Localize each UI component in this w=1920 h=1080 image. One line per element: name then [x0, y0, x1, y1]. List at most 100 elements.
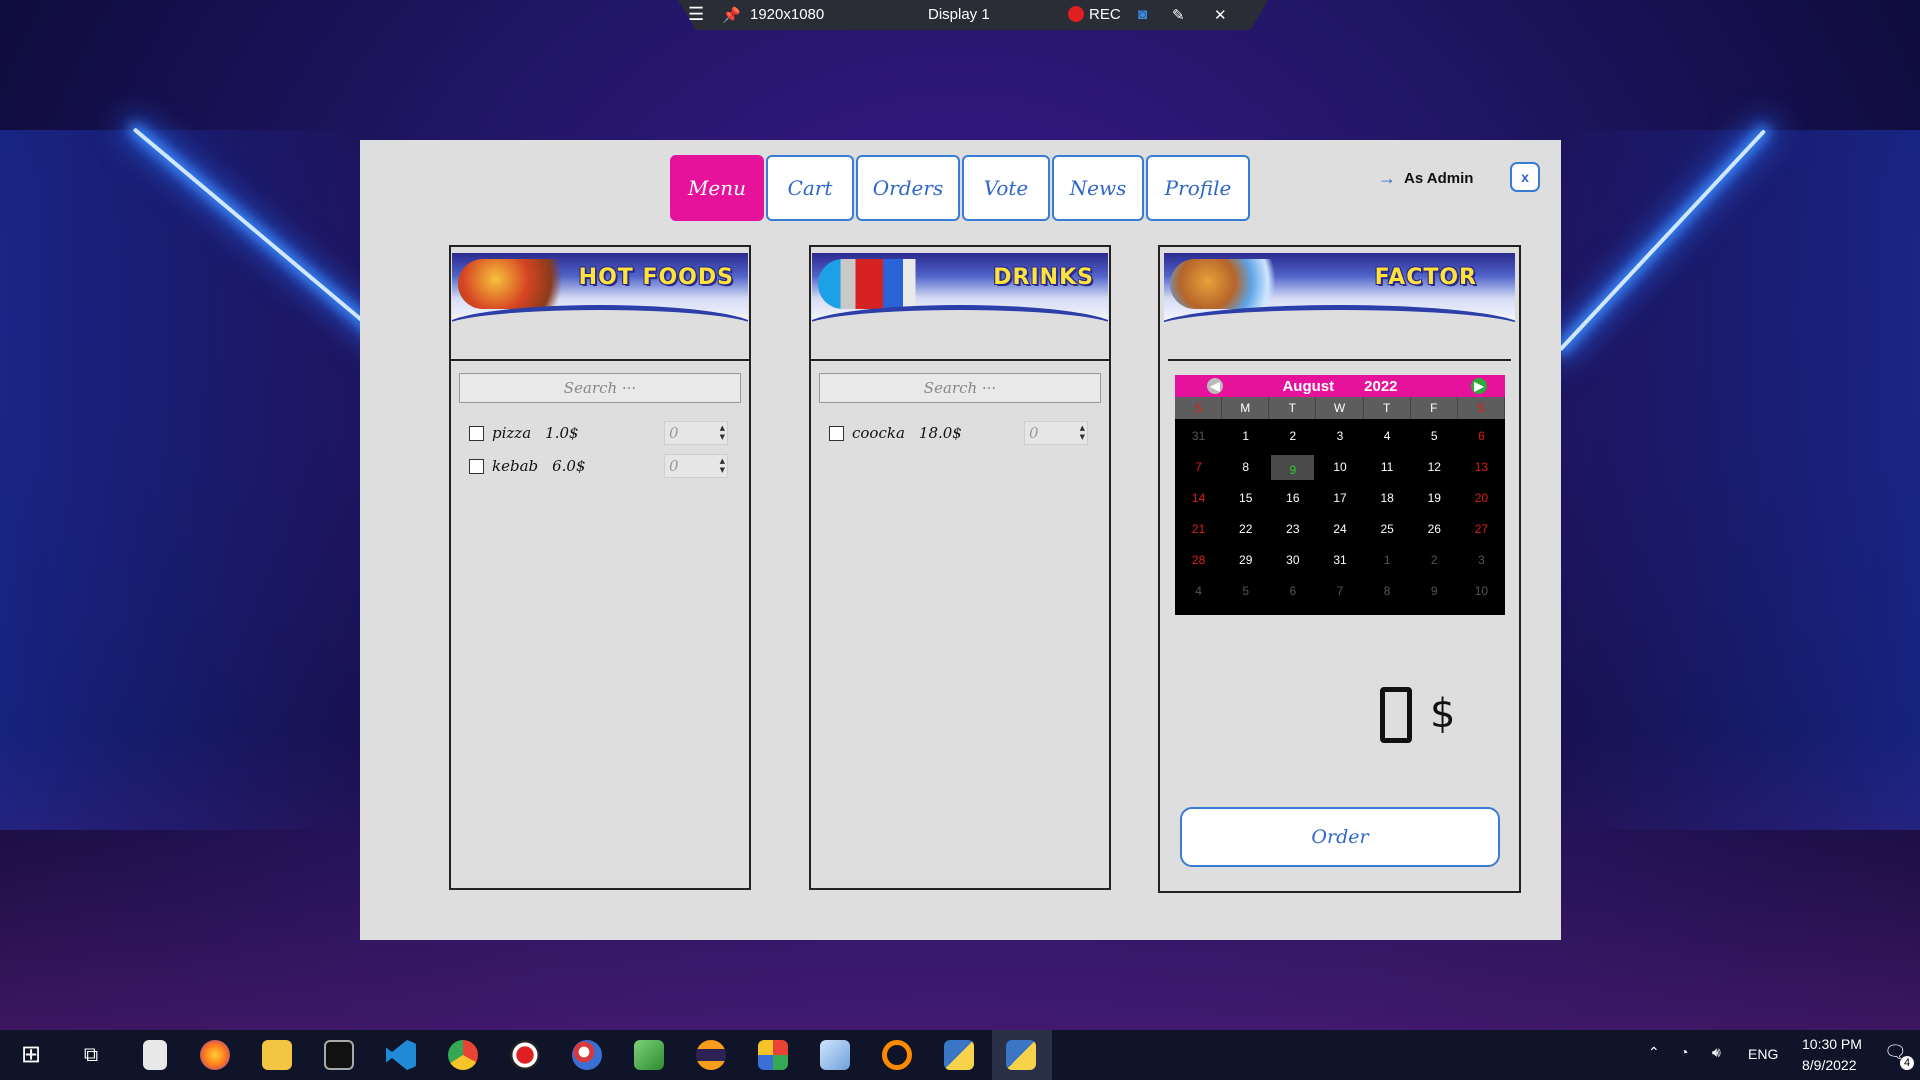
task-view-icon[interactable]: ⧉ — [76, 1040, 106, 1070]
order-button[interactable]: Order — [1180, 807, 1500, 867]
language-indicator[interactable]: ENG — [1748, 1046, 1778, 1062]
calendar-day[interactable]: 14 — [1175, 483, 1222, 514]
calendar-day[interactable]: 20 — [1458, 483, 1505, 514]
tab-vote[interactable]: Vote — [962, 155, 1050, 221]
virtualbox-icon[interactable] — [820, 1040, 850, 1070]
calendar-day[interactable]: 3 — [1316, 421, 1363, 452]
calendar-day[interactable]: 28 — [1175, 545, 1222, 576]
calendar-day[interactable]: 2 — [1269, 421, 1316, 452]
recorder-icon[interactable] — [510, 1040, 540, 1070]
rec-button[interactable]: REC — [1068, 6, 1121, 23]
calendar-day[interactable]: 18 — [1364, 483, 1411, 514]
calendar-day[interactable]: 17 — [1316, 483, 1363, 514]
hamburger-icon[interactable]: ☰ — [688, 4, 704, 25]
calendar-day[interactable]: 4 — [1364, 421, 1411, 452]
calendar-day[interactable]: 22 — [1222, 514, 1269, 545]
headphones-app-icon[interactable] — [882, 1040, 912, 1070]
coocka-checkbox[interactable] — [829, 425, 844, 441]
volume-icon[interactable]: 🔊︎ — [1712, 1044, 1721, 1061]
calendar-day[interactable]: 7 — [1316, 576, 1363, 607]
file-explorer-icon[interactable] — [262, 1040, 292, 1070]
pizza-checkbox[interactable] — [469, 425, 484, 441]
calendar-day[interactable]: 8 — [1222, 452, 1269, 483]
calendar-day[interactable]: 4 — [1175, 576, 1222, 607]
calendar-day[interactable]: 5 — [1411, 421, 1458, 452]
calendar-day[interactable]: 12 — [1411, 452, 1458, 483]
calendar-day[interactable]: 10 — [1458, 576, 1505, 607]
windows-start-icon[interactable]: ⊞ — [16, 1040, 46, 1070]
display-label[interactable]: Display 1 — [928, 6, 990, 23]
calendar-day[interactable]: 9 — [1271, 455, 1315, 480]
hot-foods-search-input[interactable]: Search ··· — [459, 373, 741, 403]
pizza-quantity-stepper[interactable]: 0 ▲ ▼ — [664, 421, 728, 445]
previous-month-icon[interactable]: ◀ — [1207, 378, 1223, 394]
clock-date[interactable]: 8/9/2022 — [1802, 1057, 1857, 1073]
coocka-quantity-stepper[interactable]: 0 ▲ ▼ — [1024, 421, 1088, 445]
close-icon[interactable]: ✕ — [1214, 6, 1227, 24]
calendar-day[interactable]: 23 — [1269, 514, 1316, 545]
calendar-day[interactable]: 15 — [1222, 483, 1269, 514]
calendar-day[interactable]: 7 — [1175, 452, 1222, 483]
tab-orders[interactable]: Orders — [856, 155, 960, 221]
kebab-checkbox[interactable] — [469, 458, 484, 474]
python-idle-icon[interactable] — [944, 1040, 974, 1070]
calendar-day[interactable]: 26 — [1411, 514, 1458, 545]
calendar-day[interactable]: 25 — [1364, 514, 1411, 545]
tab-news[interactable]: News — [1052, 155, 1144, 221]
calendar-day[interactable]: 31 — [1175, 421, 1222, 452]
calendar-day[interactable]: 21 — [1175, 514, 1222, 545]
calendar-day[interactable]: 1 — [1222, 421, 1269, 452]
as-admin-link[interactable]: → As Admin — [1378, 168, 1473, 189]
divider — [1168, 359, 1511, 361]
calendar-day[interactable]: 19 — [1411, 483, 1458, 514]
vscode-icon[interactable] — [386, 1040, 416, 1070]
tab-profile[interactable]: Profile — [1146, 155, 1250, 221]
calendar-day[interactable]: 24 — [1316, 514, 1363, 545]
stepper-arrows-icon[interactable]: ▲ ▼ — [720, 424, 725, 442]
calculator-icon[interactable] — [143, 1040, 167, 1070]
pin-icon[interactable]: 📌 — [722, 6, 741, 24]
firefox-icon[interactable] — [200, 1040, 230, 1070]
paint-icon[interactable] — [572, 1040, 602, 1070]
tab-cart[interactable]: Cart — [766, 155, 854, 221]
calendar-day[interactable]: 2 — [1411, 545, 1458, 576]
calendar-day[interactable]: 10 — [1316, 452, 1363, 483]
stepper-arrows-icon[interactable]: ▲ ▼ — [720, 457, 725, 475]
chrome-icon[interactable] — [448, 1040, 478, 1070]
calendar-day[interactable]: 13 — [1458, 452, 1505, 483]
camera-icon[interactable]: ◙ — [1138, 6, 1147, 23]
kebab-quantity-stepper[interactable]: 0 ▲ ▼ — [664, 454, 728, 478]
calendar-day[interactable]: 11 — [1364, 452, 1411, 483]
calendar-day[interactable]: 9 — [1411, 576, 1458, 607]
close-button[interactable]: x — [1510, 162, 1540, 192]
pen-icon[interactable]: ✎ — [1172, 6, 1185, 24]
calendar-day[interactable]: 8 — [1364, 576, 1411, 607]
stepper-arrows-icon[interactable]: ▲ ▼ — [1080, 424, 1085, 442]
calendar-day[interactable]: 29 — [1222, 545, 1269, 576]
factor-title: FACTOR — [1374, 265, 1477, 290]
calendar-day[interactable]: 3 — [1458, 545, 1505, 576]
next-month-icon[interactable]: ▶ — [1471, 378, 1487, 394]
office-icon[interactable] — [758, 1040, 788, 1070]
calendar-day[interactable]: 30 — [1269, 545, 1316, 576]
calendar-day[interactable]: 31 — [1316, 545, 1363, 576]
drinks-search-input[interactable]: Search ··· — [819, 373, 1101, 403]
eclipse-icon[interactable] — [696, 1040, 726, 1070]
calendar-day[interactable]: 5 — [1222, 576, 1269, 607]
calendar-day[interactable]: 16 — [1269, 483, 1316, 514]
photos-icon[interactable] — [634, 1040, 664, 1070]
tab-menu[interactable]: Menu — [670, 155, 764, 221]
weekday: T — [1269, 397, 1317, 419]
chevron-up-icon[interactable]: ⌃ — [1648, 1044, 1660, 1061]
calendar-day[interactable]: 27 — [1458, 514, 1505, 545]
terminal-icon[interactable] — [324, 1040, 354, 1070]
wifi-icon[interactable]: ◔ — [1680, 1044, 1688, 1060]
calendar-day[interactable]: 6 — [1458, 421, 1505, 452]
hot-foods-title: HOT FOODS — [578, 265, 734, 290]
python-app-icon[interactable] — [1006, 1040, 1036, 1070]
calendar-day[interactable]: 6 — [1269, 576, 1316, 607]
calendar-year[interactable]: 2022 — [1364, 378, 1397, 395]
calendar-month[interactable]: August — [1282, 378, 1334, 395]
calendar-day[interactable]: 1 — [1364, 545, 1411, 576]
clock-time[interactable]: 10:30 PM — [1802, 1036, 1862, 1052]
